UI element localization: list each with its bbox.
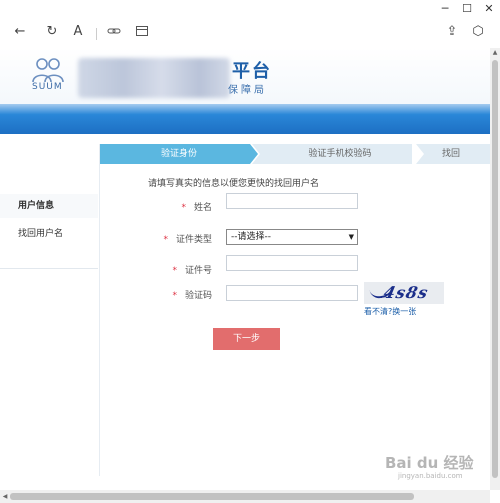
required-mark: *: [172, 291, 177, 301]
reading-list-icon-svg: [136, 26, 148, 36]
scroll-left-icon[interactable]: ◀: [0, 490, 10, 503]
id-type-select[interactable]: --请选择-- ▼: [226, 229, 358, 245]
blurred-site-name: [78, 58, 230, 98]
id-number-label-text: 证件号: [184, 266, 212, 276]
captcha-image-text: 4s8s: [381, 283, 431, 302]
maximize-button[interactable]: ☐: [458, 1, 476, 17]
extensions-icon[interactable]: ⬡: [468, 24, 488, 44]
site-title: 平台: [232, 61, 272, 82]
sidebar-item-user-info[interactable]: 用户信息: [0, 194, 98, 218]
required-mark: *: [172, 266, 177, 276]
name-input[interactable]: [226, 193, 358, 209]
toolbar-divider: [96, 28, 97, 40]
reading-list-icon[interactable]: [132, 24, 152, 44]
id-type-selected-value: --请选择--: [231, 232, 271, 242]
window-titlebar: ─ ☐ ✕: [0, 0, 500, 20]
back-icon[interactable]: ←: [10, 24, 30, 44]
logo-text: SUUM: [32, 82, 63, 92]
id-type-label-text: 证件类型: [175, 235, 212, 245]
captcha-refresh-link[interactable]: 看不清?换一张: [364, 306, 416, 317]
refresh-icon[interactable]: ↻: [42, 24, 62, 44]
sidebar-divider: [0, 268, 98, 269]
link-icon-svg: [107, 28, 121, 34]
horizontal-scrollbar[interactable]: ◀: [0, 490, 490, 503]
header-blue-band: [0, 104, 490, 134]
form-intro-text: 请填写真实的信息以便您更快的找回用户名: [148, 179, 320, 189]
captcha-label-text: 验证码: [184, 291, 212, 301]
reading-view-icon[interactable]: A: [68, 24, 88, 44]
watermark-logo: Bai du 经验: [385, 454, 474, 472]
required-mark: *: [163, 235, 168, 245]
captcha-input[interactable]: [226, 285, 358, 301]
sidebar-item-recover-username[interactable]: 找回用户名: [0, 222, 98, 246]
vertical-scrollbar[interactable]: ▲: [490, 48, 500, 490]
step-verify-sms: 验证手机校验码: [308, 149, 372, 159]
watermark-url: jingyan.baidu.com: [398, 472, 463, 480]
name-label-text: 姓名: [193, 203, 212, 213]
captcha-image[interactable]: 4s8s: [364, 282, 444, 304]
captcha-label: * 验证码: [142, 288, 212, 301]
site-subtitle: 保障局: [228, 85, 267, 96]
id-number-input[interactable]: [226, 255, 358, 271]
share-icon[interactable]: ⇪: [442, 24, 462, 44]
dropdown-arrow-icon: ▼: [348, 233, 354, 241]
required-mark: *: [181, 203, 186, 213]
site-header: SUUM 平台 保障局: [0, 48, 490, 104]
vertical-scroll-thumb[interactable]: [492, 60, 498, 478]
step-separator-2: [412, 144, 424, 164]
browser-toolbar: ← ↻ A ⇪ ⬡: [0, 20, 500, 48]
step-progress: 验证身份 验证手机校验码 找回: [100, 144, 490, 164]
id-type-label: * 证件类型: [142, 232, 212, 245]
minimize-button[interactable]: ─: [436, 1, 454, 17]
close-button[interactable]: ✕: [480, 1, 498, 17]
sidebar: 用户信息 找回用户名: [0, 144, 100, 476]
id-number-label: * 证件号: [142, 263, 212, 276]
next-step-button[interactable]: 下一步: [213, 328, 280, 350]
horizontal-scroll-thumb[interactable]: [10, 493, 414, 500]
step-recover: 找回: [442, 149, 461, 159]
name-label: * 姓名: [142, 200, 212, 213]
step-verify-identity: 验证身份: [100, 144, 258, 164]
scroll-up-icon[interactable]: ▲: [490, 48, 500, 58]
web-page: SUUM 平台 保障局 用户信息 找回用户名 验证身份 验证手机校验码 找回 请…: [0, 48, 490, 490]
link-icon[interactable]: [104, 24, 124, 44]
